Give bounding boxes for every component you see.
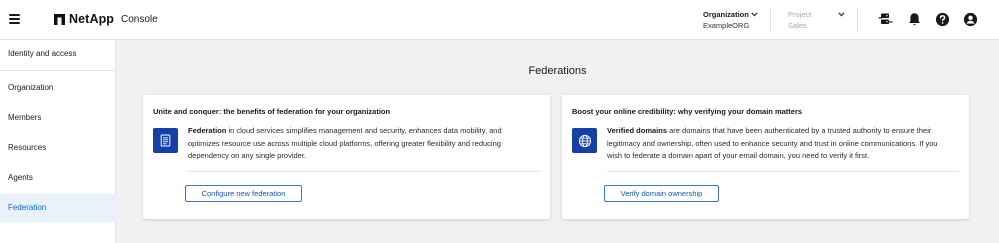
chevron-down-icon[interactable] [751, 12, 758, 17]
sidebar-divider [0, 70, 116, 71]
document-icon [153, 128, 178, 153]
verify-domain-ownership-button[interactable]: Verify domain ownership [604, 185, 719, 202]
card-body-line: optimizes resource use across multiple c… [188, 138, 501, 148]
card-body-line: wish to federate a domain apart of your … [607, 151, 870, 160]
chevron-down-icon[interactable] [838, 12, 845, 17]
sidebar-item-organization[interactable]: Organization [0, 74, 116, 102]
organization-value: ExampleORG [703, 21, 750, 30]
sidebar: Identity and access Organization Members… [0, 40, 116, 243]
top-bar: NetApp Console Organization ExampleORG P… [0, 0, 999, 40]
agent-server-icon[interactable] [878, 12, 893, 27]
card-title: Boost your online credibility: why verif… [572, 107, 803, 116]
card-description: Verified domains are domains that have b… [607, 125, 938, 163]
card-divider [607, 171, 959, 172]
sidebar-item-federation[interactable]: Federation [0, 194, 116, 222]
sidebar-item-members[interactable]: Members [0, 104, 116, 132]
card-lead-term: Verified domains [607, 126, 668, 135]
sidebar-item-resources[interactable]: Resources [0, 134, 116, 162]
help-icon[interactable] [935, 12, 950, 27]
page-title: Federations [528, 65, 587, 77]
card-body-line: dependency on any single provider. [188, 151, 307, 160]
netapp-logo-icon [54, 13, 65, 25]
sidebar-item-agents[interactable]: Agents [0, 164, 116, 192]
header-divider [857, 8, 858, 32]
domain-verification-card: Boost your online credibility: why verif… [562, 95, 969, 219]
card-body-line: legitimacy and ownership, often used to … [607, 138, 938, 148]
card-divider [188, 171, 540, 172]
card-body-line: are domains that have been authenticated… [669, 126, 932, 135]
app-name: Console [121, 14, 158, 25]
organization-label: Organization [703, 10, 749, 19]
netapp-logo[interactable]: NetApp [54, 12, 114, 26]
card-description: Federation in cloud services simplifies … [188, 125, 502, 163]
user-icon[interactable] [963, 12, 978, 27]
project-label: Project [788, 10, 812, 19]
brand-name: NetApp [69, 12, 115, 26]
hamburger-menu-icon[interactable] [9, 14, 20, 24]
bell-icon[interactable] [907, 12, 922, 27]
federation-benefits-card: Unite and conquer: the benefits of feder… [143, 95, 550, 219]
globe-icon [572, 128, 597, 153]
card-title: Unite and conquer: the benefits of feder… [153, 107, 391, 116]
card-lead-term: Federation [188, 126, 227, 135]
card-body-line: in cloud services simplifies management … [228, 126, 502, 135]
header-divider [770, 8, 771, 32]
project-selector[interactable]: Project Sales [788, 9, 811, 31]
project-value: Sales [788, 21, 807, 30]
sidebar-item-identity-and-access[interactable]: Identity and access [0, 40, 116, 68]
organization-selector[interactable]: Organization ExampleORG [703, 9, 749, 31]
configure-new-federation-button[interactable]: Configure new federation [185, 185, 302, 202]
